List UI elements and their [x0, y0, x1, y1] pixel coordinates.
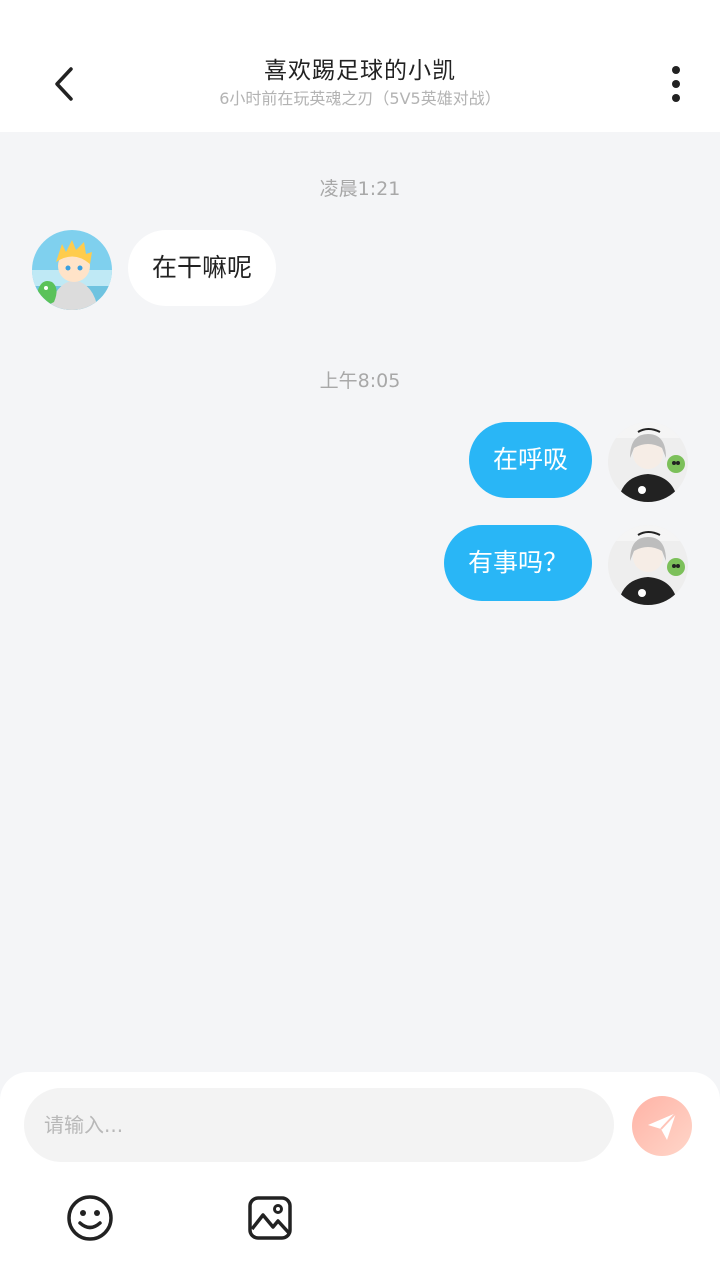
contact-avatar-image [32, 230, 112, 310]
message-input[interactable] [24, 1088, 614, 1162]
my-avatar-image [608, 422, 688, 502]
outgoing-message-bubble[interactable]: 在呼吸 [468, 422, 592, 498]
contact-status: 6小时前在玩英魂之刃（5V5英雄对战） [219, 89, 501, 108]
image-button[interactable] [244, 1192, 296, 1244]
message-timestamp: 凌晨1:21 [319, 178, 401, 200]
composer-panel [0, 1072, 720, 1280]
chevron-left-icon [55, 67, 73, 101]
emoji-button[interactable] [64, 1192, 116, 1244]
send-button[interactable] [632, 1096, 692, 1156]
more-vertical-icon [672, 66, 680, 102]
emoji-icon [67, 1195, 113, 1241]
send-icon [648, 1112, 677, 1140]
my-avatar-image [608, 525, 688, 605]
title-area: 喜欢踢足球的小凯 6小时前在玩英魂之刃（5V5英雄对战） [120, 54, 600, 110]
contact-name: 喜欢踢足球的小凯 [264, 58, 456, 84]
back-button[interactable] [40, 60, 88, 108]
my-avatar[interactable] [608, 525, 688, 605]
image-icon [248, 1196, 292, 1240]
incoming-message-bubble[interactable]: 在干嘛呢 [128, 230, 277, 306]
message-timestamp: 上午8:05 [319, 370, 401, 392]
contact-avatar[interactable] [32, 230, 112, 310]
chat-header: 喜欢踢足球的小凯 6小时前在玩英魂之刃（5V5英雄对战） [0, 0, 720, 132]
more-options-button[interactable] [652, 60, 700, 108]
outgoing-message-bubble[interactable]: 有事吗？ [443, 525, 592, 601]
my-avatar[interactable] [608, 422, 688, 502]
